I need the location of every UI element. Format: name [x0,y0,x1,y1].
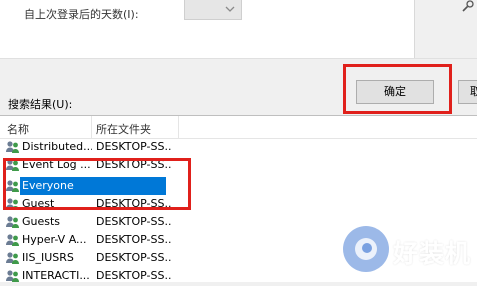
days-since-login-label: 自上次登录后的天数(I): [24,8,139,21]
column-header-folder[interactable]: 所在文件夹 [96,121,151,137]
column-header-name[interactable]: 名称 [7,121,29,137]
site-watermark-logo: 好装机 [343,224,473,276]
user-group-icon [5,215,21,229]
row-folder: DESKTOP-SS... [96,233,172,246]
cancel-button[interactable]: 取 [458,80,477,104]
user-group-icon [5,140,21,154]
watermark-text: 好装机 [393,239,472,268]
days-since-login-select[interactable] [184,0,242,20]
row-folder: DESKTOP-SS... [96,269,172,282]
column-divider[interactable] [91,116,92,138]
row-name: Distributed... [22,140,92,153]
results-header: 名称 所在文件夹 [0,116,477,139]
row-folder: DESKTOP-SS... [96,140,172,153]
row-name: Guests [22,215,61,228]
chevron-down-icon [225,6,235,12]
user-group-icon [5,233,21,247]
row-name: INTERACTI... [22,269,90,282]
highlight-box-everyone [3,158,191,210]
user-group-icon [5,251,21,265]
find-now-icon[interactable] [460,0,476,16]
watermark-eye-pupil [362,243,372,253]
divider [0,58,477,59]
table-row[interactable]: Distributed... DESKTOP-SS... [0,138,477,156]
row-name: IIS_IUSRS [22,251,74,264]
column-divider[interactable] [178,116,179,138]
row-folder: DESKTOP-SS... [96,215,172,228]
row-name: Hyper-V A... [22,233,87,246]
search-results-label: 搜索结果(U): [8,98,73,111]
row-folder: DESKTOP-SS... [96,251,172,264]
highlight-box-ok [343,64,452,114]
